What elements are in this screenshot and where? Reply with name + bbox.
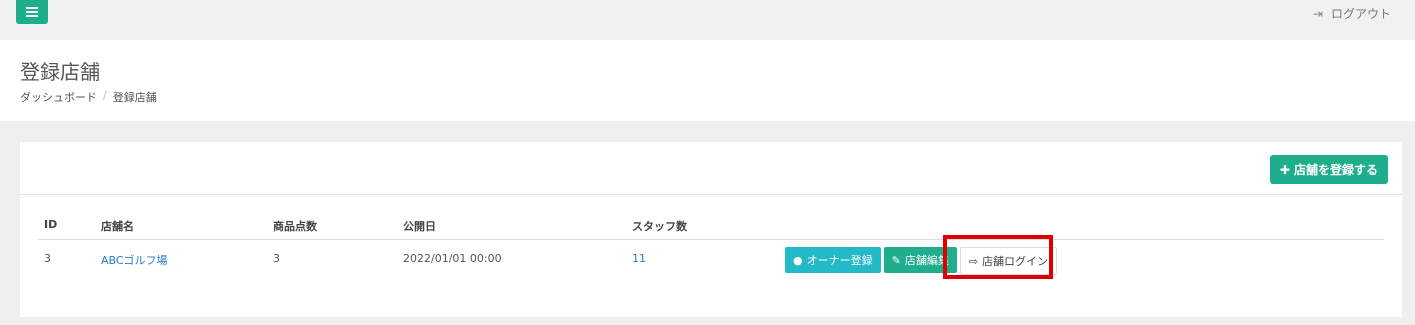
logout-label: ログアウト	[1330, 7, 1391, 21]
stores-card: ✚ 店舗を登録する ID 店舗名 商品点数 公開日 スタッフ数 3 ABCゴルフ…	[20, 142, 1402, 317]
breadcrumb-separator: /	[103, 89, 107, 102]
register-store-label: 店舗を登録する	[1293, 163, 1378, 177]
col-published: 公開日	[403, 220, 436, 233]
col-items: 商品点数	[273, 220, 317, 233]
register-store-button[interactable]: ✚ 店舗を登録する	[1269, 155, 1388, 184]
card-toolbar: ✚ 店舗を登録する	[20, 142, 1402, 195]
table-header: ID 店舗名 商品点数 公開日 スタッフ数	[38, 206, 1384, 240]
breadcrumb-dashboard[interactable]: ダッシュボード	[20, 89, 97, 105]
stores-table: ID 店舗名 商品点数 公開日 スタッフ数 3 ABCゴルフ場 3 2022/0…	[38, 206, 1384, 276]
plus-icon: ✚	[1279, 162, 1290, 177]
logout-link[interactable]: ⇥ ログアウト	[1313, 5, 1391, 22]
cell-published: 2022/01/01 00:00	[403, 252, 502, 265]
staff-count-link[interactable]: 11	[632, 252, 646, 265]
owner-register-label: オーナー登録	[806, 254, 873, 267]
edit-icon: ✎	[891, 253, 901, 267]
owner-register-button[interactable]: ● オーナー登録	[785, 247, 881, 273]
col-name: 店舗名	[101, 220, 134, 233]
highlight-box	[943, 235, 1053, 279]
breadcrumb: ダッシュボード / 登録店舗	[20, 89, 157, 105]
page-header: 登録店舗 ダッシュボード / 登録店舗	[0, 40, 1415, 121]
col-staff: スタッフ数	[632, 220, 687, 233]
store-name-link[interactable]: ABCゴルフ場	[101, 252, 168, 268]
cell-items: 3	[273, 252, 280, 265]
table-row: 3 ABCゴルフ場 3 2022/01/01 00:00 11 ● オーナー登録…	[38, 240, 1384, 276]
logout-icon: ⇥	[1312, 6, 1323, 21]
top-bar: ⇥ ログアウト	[0, 0, 1415, 40]
breadcrumb-current: 登録店舗	[112, 91, 157, 104]
menu-toggle-button[interactable]	[16, 0, 48, 24]
col-id: ID	[44, 218, 58, 231]
page-title: 登録店舗	[20, 60, 100, 84]
user-icon: ●	[793, 253, 803, 267]
cell-id: 3	[44, 252, 51, 265]
menu-icon	[26, 7, 38, 17]
